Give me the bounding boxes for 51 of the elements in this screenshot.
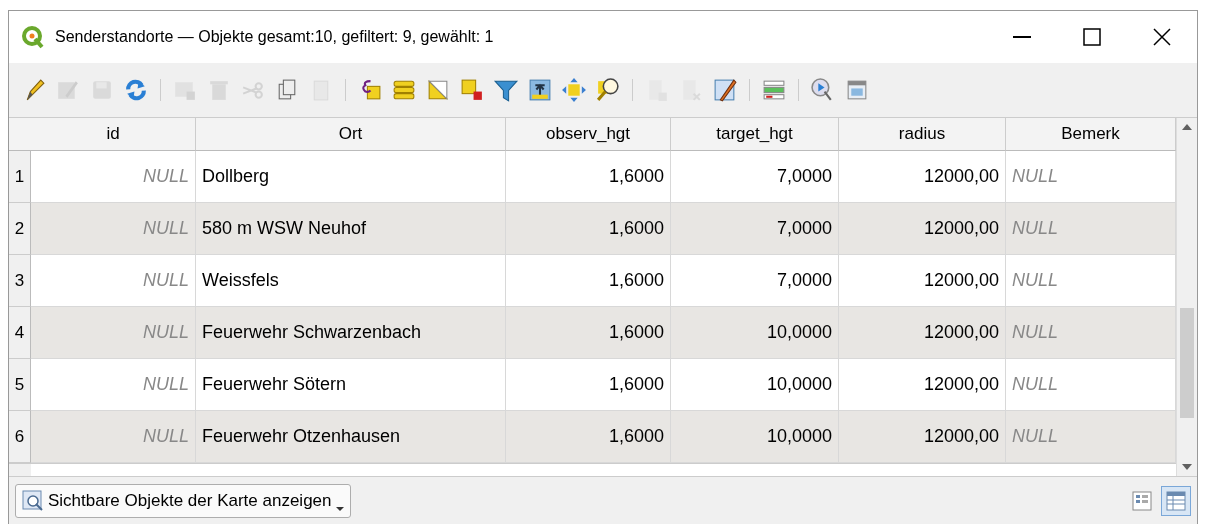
row-number[interactable]: 2: [9, 203, 31, 255]
table-cell: 1,6000: [506, 307, 671, 359]
table-view-icon: [1166, 491, 1186, 511]
move-top-icon[interactable]: [527, 77, 553, 103]
scrollbar[interactable]: [1176, 118, 1197, 476]
app-logo-icon: [21, 25, 45, 49]
table-view-button[interactable]: [1161, 486, 1191, 516]
table-cell: 1,6000: [506, 203, 671, 255]
table-cell: 1,6000: [506, 411, 671, 463]
minimize-icon: [1013, 36, 1031, 38]
row-number[interactable]: 4: [9, 307, 31, 359]
maximize-icon: [1083, 28, 1101, 46]
table-cell: NULL: [31, 203, 196, 255]
pan-icon[interactable]: [561, 77, 587, 103]
table-cell: Feuerwehr Schwarzenbach: [196, 307, 506, 359]
table-cell: 12000,00: [839, 411, 1006, 463]
scroll-down-icon[interactable]: [1181, 462, 1193, 472]
table-cell: 580 m WSW Neuhof: [196, 203, 506, 255]
table-cell: 10,0000: [671, 411, 839, 463]
form-view-icon: [1132, 491, 1152, 511]
column-header[interactable]: target_hgt: [671, 118, 839, 151]
table-cell: 12000,00: [839, 307, 1006, 359]
column-header[interactable]: id: [31, 118, 196, 151]
table-cell: 12000,00: [839, 203, 1006, 255]
column-header[interactable]: Ort: [196, 118, 506, 151]
table-cell: NULL: [1006, 203, 1176, 255]
table-cell: Feuerwehr Otzenhausen: [196, 411, 506, 463]
table-search-icon: [22, 490, 44, 512]
table-cell: NULL: [31, 411, 196, 463]
row-number[interactable]: 6: [9, 411, 31, 463]
table-cell: NULL: [31, 307, 196, 359]
deselect-icon[interactable]: [459, 77, 485, 103]
scroll-up-icon[interactable]: [1181, 122, 1193, 132]
table-cell: NULL: [1006, 411, 1176, 463]
column-header[interactable]: Bemerk: [1006, 118, 1176, 151]
window-title: Senderstandorte — Objekte gesamt:10, gefiltert: 9, gewählt: 1: [55, 28, 495, 46]
table-cell: NULL: [1006, 307, 1176, 359]
column-header[interactable]: radius: [839, 118, 1006, 151]
row-number[interactable]: 1: [9, 151, 31, 203]
row-number[interactable]: 3: [9, 255, 31, 307]
column-header[interactable]: observ_hgt: [506, 118, 671, 151]
scroll-thumb[interactable]: [1180, 308, 1194, 418]
table-cell: 10,0000: [671, 307, 839, 359]
caret-icon: [335, 507, 344, 511]
zoom-icon[interactable]: [595, 77, 621, 103]
field-calc-icon[interactable]: [712, 77, 738, 103]
table-cell: 7,0000: [671, 203, 839, 255]
refresh-icon[interactable]: [123, 77, 149, 103]
filter-button[interactable]: Sichtbare Objekte der Karte anzeigen: [15, 484, 351, 518]
close-icon: [1153, 28, 1171, 46]
row-number[interactable]: 5: [9, 359, 31, 411]
